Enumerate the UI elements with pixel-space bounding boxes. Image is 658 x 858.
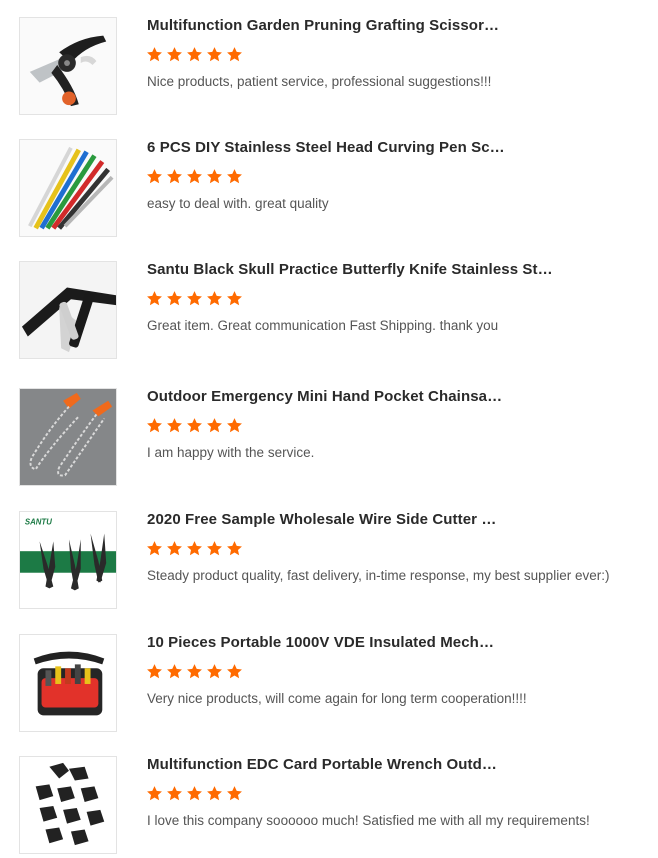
star-icon	[167, 786, 182, 801]
product-title[interactable]: 2020 Free Sample Wholesale Wire Side Cut…	[147, 511, 647, 529]
star-icon	[167, 169, 182, 184]
star-icon	[227, 786, 242, 801]
star-icon	[227, 541, 242, 556]
review-item[interactable]: Multifunction EDC Card Portable Wrench O…	[0, 756, 658, 858]
star-icon	[167, 47, 182, 62]
star-icon	[207, 291, 222, 306]
star-rating	[146, 168, 243, 188]
curving-pens-image[interactable]	[19, 139, 117, 237]
star-icon	[147, 169, 162, 184]
star-icon	[147, 541, 162, 556]
pocket-chainsaw-image[interactable]	[19, 388, 117, 486]
butterfly-knife-image[interactable]	[19, 261, 117, 359]
star-icon	[167, 664, 182, 679]
star-rating	[146, 785, 243, 805]
star-icon	[147, 418, 162, 433]
star-icon	[187, 169, 202, 184]
star-icon	[227, 291, 242, 306]
product-title[interactable]: Santu Black Skull Practice Butterfly Kni…	[147, 261, 647, 279]
star-icon	[227, 169, 242, 184]
star-icon	[147, 47, 162, 62]
star-icon	[187, 786, 202, 801]
star-rating	[146, 417, 243, 437]
review-item[interactable]: SANTU 2020 Free Sample Wholesale Wire Si…	[0, 511, 658, 613]
star-rating	[146, 663, 243, 683]
star-icon	[227, 664, 242, 679]
star-icon	[187, 664, 202, 679]
star-icon	[187, 291, 202, 306]
star-icon	[187, 541, 202, 556]
star-icon	[207, 786, 222, 801]
star-icon	[227, 47, 242, 62]
star-icon	[147, 664, 162, 679]
product-title[interactable]: Multifunction EDC Card Portable Wrench O…	[147, 756, 647, 774]
wire-cutter-image[interactable]: SANTU	[19, 511, 117, 609]
edc-wrench-image[interactable]	[19, 756, 117, 854]
star-icon	[147, 291, 162, 306]
brand-logo: SANTU	[25, 518, 52, 527]
review-item[interactable]: 6 PCS DIY Stainless Steel Head Curving P…	[0, 139, 658, 241]
star-icon	[187, 418, 202, 433]
review-item[interactable]: 10 Pieces Portable 1000V VDE Insulated M…	[0, 634, 658, 736]
product-title[interactable]: Outdoor Emergency Mini Hand Pocket Chain…	[147, 388, 647, 406]
star-icon	[207, 541, 222, 556]
review-comment: Great item. Great communication Fast Shi…	[147, 318, 499, 333]
star-icon	[207, 664, 222, 679]
pruning-scissors-image[interactable]	[19, 17, 117, 115]
star-icon	[167, 418, 182, 433]
star-icon	[207, 418, 222, 433]
star-rating	[146, 540, 243, 560]
star-icon	[147, 786, 162, 801]
star-icon	[187, 47, 202, 62]
tool-bag-image[interactable]	[19, 634, 117, 732]
product-title[interactable]: 10 Pieces Portable 1000V VDE Insulated M…	[147, 634, 647, 652]
review-comment: Nice products, patient service, professi…	[147, 74, 492, 89]
star-rating	[146, 46, 243, 66]
star-icon	[167, 541, 182, 556]
product-title[interactable]: 6 PCS DIY Stainless Steel Head Curving P…	[147, 139, 647, 157]
review-comment: I love this company soooooo much! Satisf…	[147, 813, 590, 828]
review-item[interactable]: Multifunction Garden Pruning Grafting Sc…	[0, 17, 658, 119]
review-comment: easy to deal with. great quality	[147, 196, 329, 211]
star-icon	[167, 291, 182, 306]
star-icon	[227, 418, 242, 433]
star-icon	[207, 47, 222, 62]
review-comment: Very nice products, will come again for …	[147, 691, 527, 706]
product-title[interactable]: Multifunction Garden Pruning Grafting Sc…	[147, 17, 647, 35]
review-item[interactable]: Outdoor Emergency Mini Hand Pocket Chain…	[0, 388, 658, 490]
star-icon	[207, 169, 222, 184]
review-comment: Steady product quality, fast delivery, i…	[147, 568, 610, 583]
star-rating	[146, 290, 243, 310]
review-comment: I am happy with the service.	[147, 445, 315, 460]
review-item[interactable]: Santu Black Skull Practice Butterfly Kni…	[0, 261, 658, 363]
